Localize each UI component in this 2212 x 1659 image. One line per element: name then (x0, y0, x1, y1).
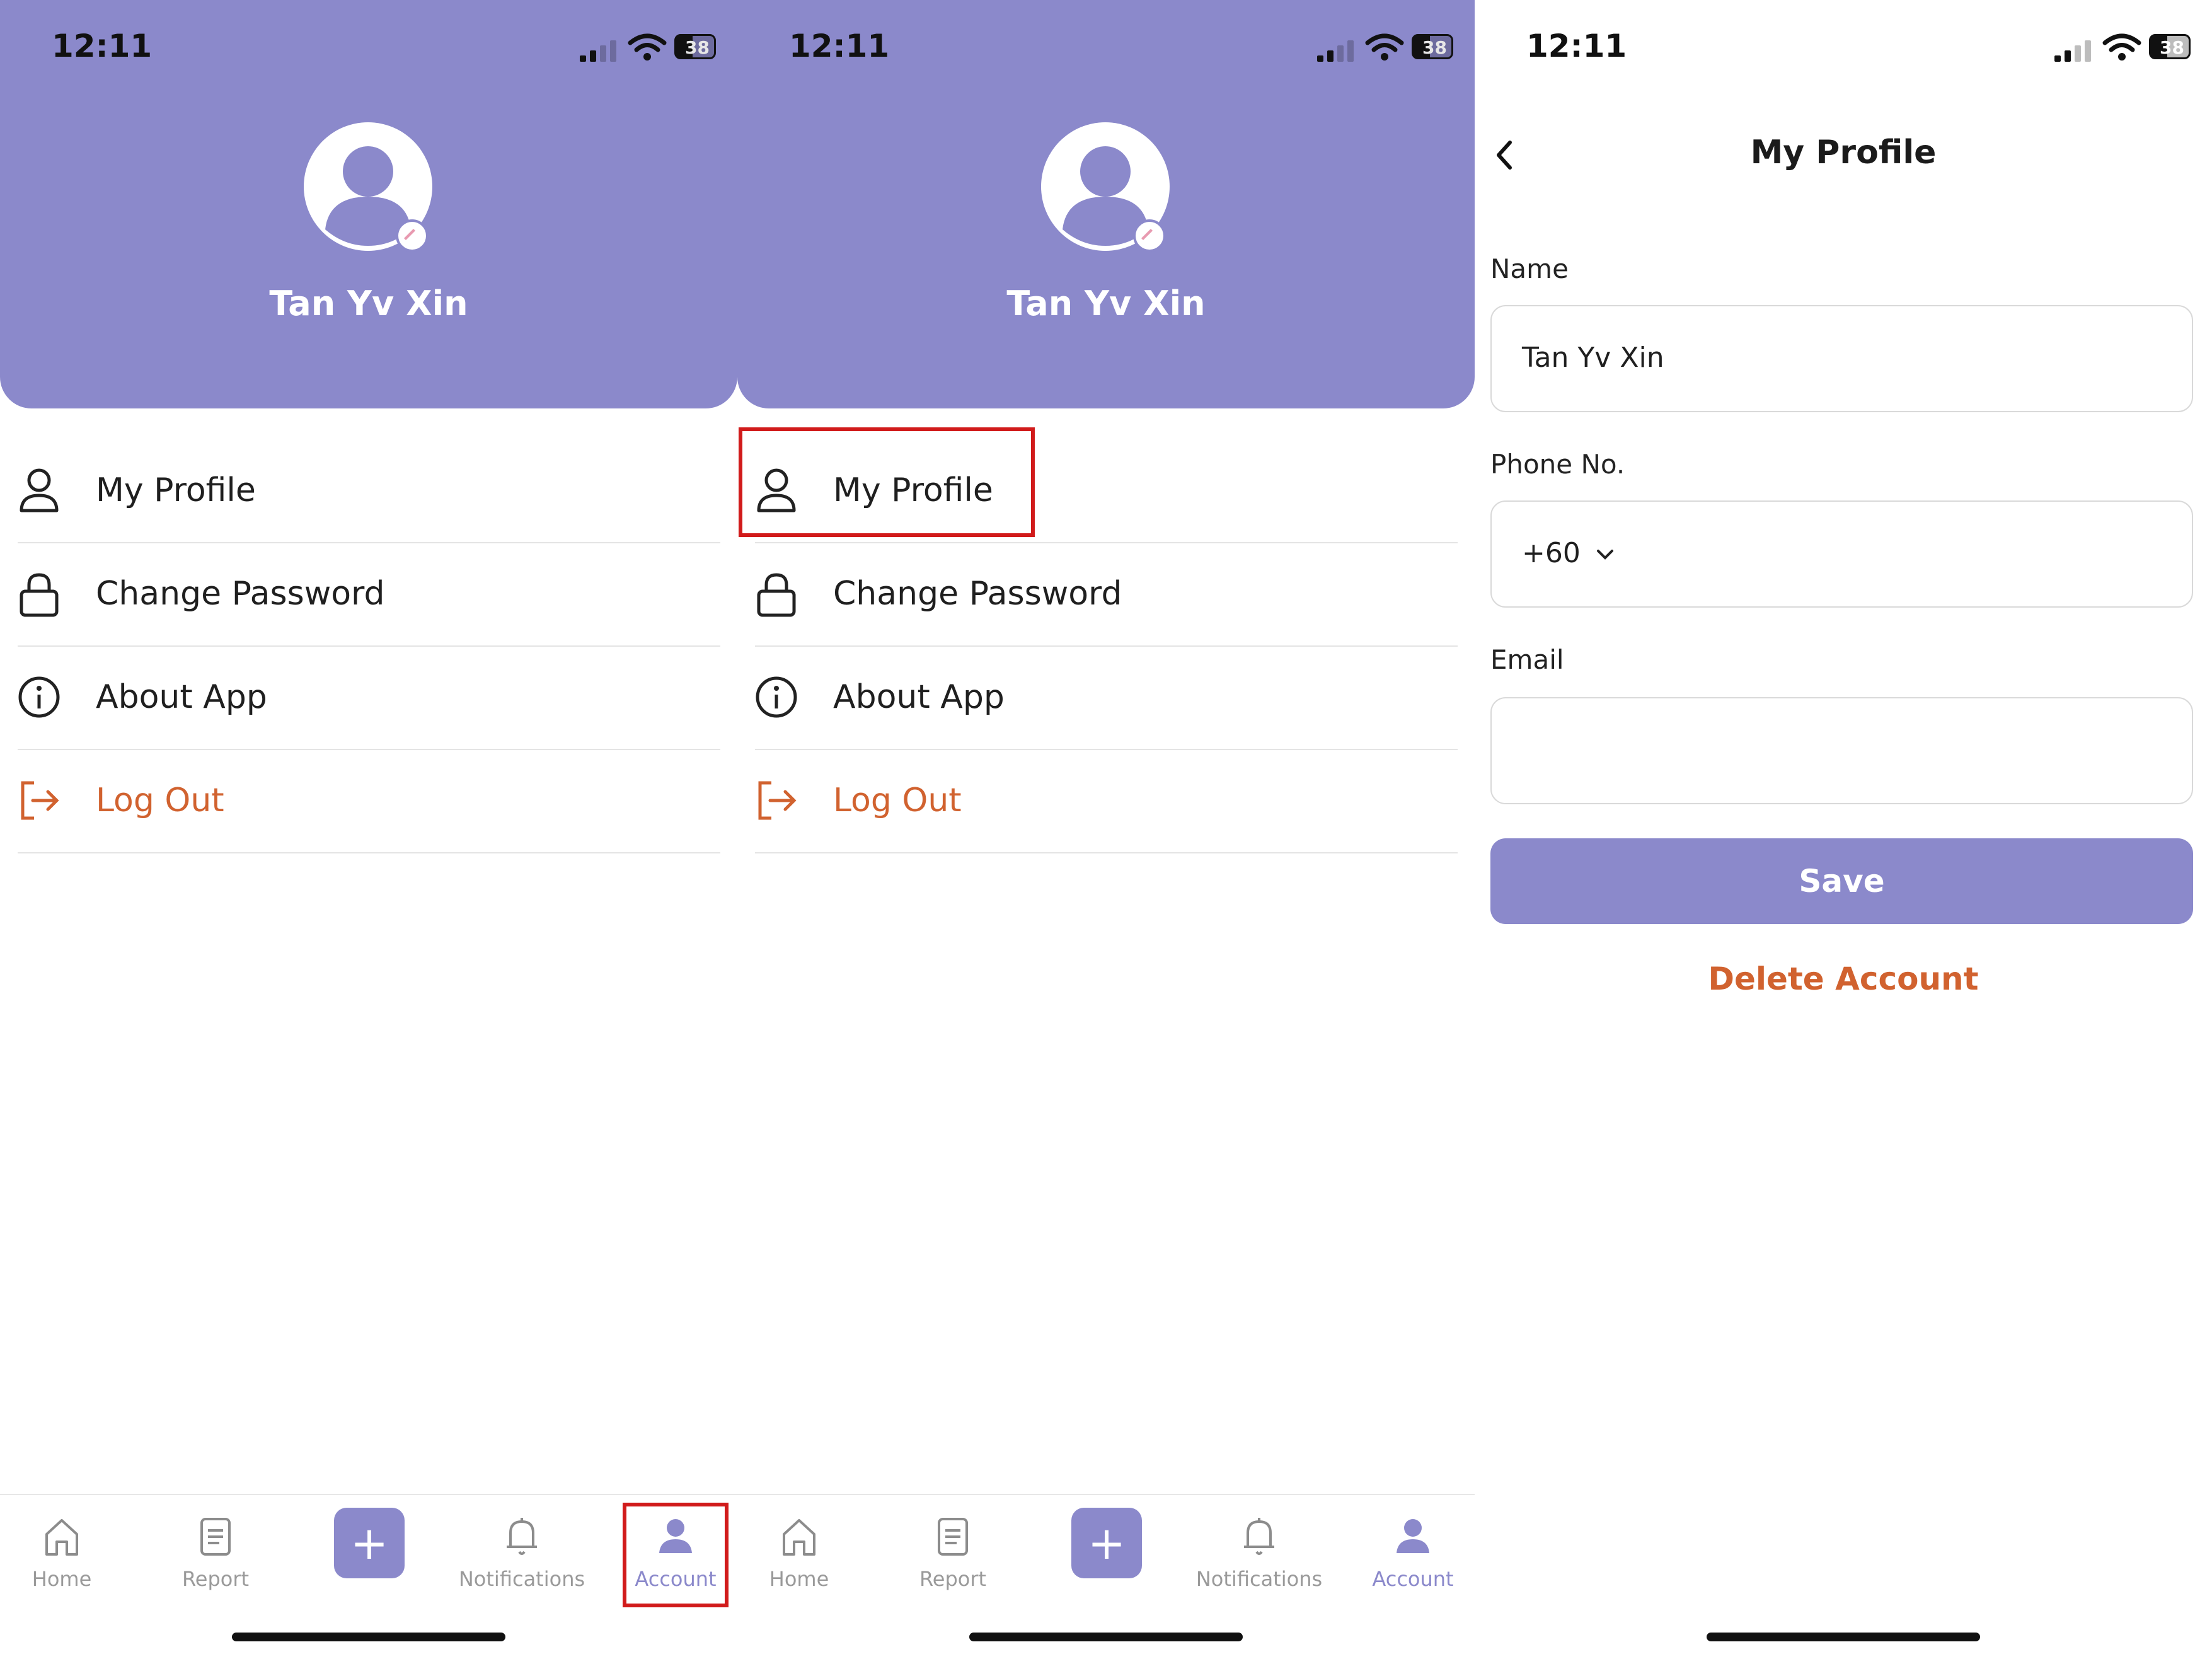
menu-item-label: About App (833, 678, 1005, 716)
status-icons: 38 (580, 32, 725, 67)
profile-header: 12:11 38 Tan Yv Xin (737, 0, 1475, 408)
lock-icon (20, 573, 59, 617)
name-value: Tan Yv Xin (1522, 342, 1664, 374)
status-time: 12:11 (789, 28, 890, 64)
wifi-icon (628, 33, 667, 61)
menu-item-label: Change Password (96, 575, 385, 613)
battery-icon: 38 (674, 34, 716, 59)
nav-account[interactable]: Account (1344, 1495, 1475, 1615)
info-icon (756, 676, 797, 718)
highlight-my-profile (739, 427, 1035, 537)
save-button[interactable]: Save (1490, 838, 2193, 924)
battery-level: 38 (2160, 37, 2184, 58)
nav-home[interactable]: Home (0, 1495, 131, 1615)
menu-item-label: About App (96, 678, 267, 716)
account-screen-1: 12:11 38 Tan Yv Xin My Profile Change Pa… (0, 0, 737, 1659)
account-icon (1397, 1519, 1429, 1553)
nav-report-label: Report (919, 1567, 987, 1591)
home-indicator (969, 1633, 1243, 1641)
home-indicator (232, 1633, 505, 1641)
menu-item-label: Log Out (96, 782, 224, 819)
logout-icon (21, 781, 59, 820)
signal-icon (2054, 55, 2061, 62)
country-code-select[interactable]: +60 (1522, 537, 1616, 569)
nav-notifications[interactable]: Notifications (452, 1495, 591, 1615)
menu-item-change-password[interactable]: Change Password (18, 545, 720, 647)
wifi-icon (2102, 33, 2141, 61)
logout-icon (758, 781, 797, 820)
nav-home[interactable]: Home (737, 1495, 868, 1615)
phone-label: Phone No. (1490, 449, 1625, 480)
phone-field[interactable]: +60 (1490, 500, 2193, 608)
nav-notifications-label: Notifications (458, 1567, 585, 1591)
menu-item-log-out[interactable]: Log Out (755, 751, 1458, 853)
wifi-icon (1365, 33, 1404, 61)
edit-avatar-icon[interactable] (1133, 219, 1166, 252)
status-icons: 38 (2054, 32, 2199, 67)
menu-item-my-profile[interactable]: My Profile (18, 441, 720, 543)
nav-report[interactable]: Report (884, 1495, 1022, 1615)
menu-item-label: My Profile (96, 471, 256, 509)
lock-icon (757, 573, 796, 617)
highlight-account-tab (623, 1503, 729, 1607)
nav-report-label: Report (181, 1567, 250, 1591)
nav-account-label: Account (1372, 1567, 1454, 1591)
nav-home-label: Home (769, 1567, 829, 1591)
info-icon (18, 676, 60, 718)
email-field[interactable] (1490, 697, 2193, 804)
home-icon (783, 1519, 815, 1556)
battery-level: 38 (1422, 37, 1447, 58)
bell-icon (1244, 1518, 1274, 1555)
name-field[interactable]: Tan Yv Xin (1490, 305, 2193, 412)
nav-notifications[interactable]: Notifications (1190, 1495, 1328, 1615)
home-indicator (1707, 1633, 1980, 1641)
menu-item-log-out[interactable]: Log Out (18, 751, 720, 853)
account-screen-2: 12:11 38 Tan Yv Xin My Profile Change Pa… (737, 0, 1475, 1659)
email-label: Email (1490, 644, 1564, 675)
bell-icon (507, 1518, 537, 1555)
status-time: 12:11 (1526, 28, 1627, 64)
battery-icon: 38 (1412, 34, 1453, 59)
status-icons: 38 (1317, 32, 1462, 67)
menu-item-change-password[interactable]: Change Password (755, 545, 1458, 647)
menu-item-label: Change Password (833, 575, 1122, 613)
menu-item-about-app[interactable]: About App (755, 648, 1458, 750)
name-label: Name (1490, 253, 1569, 284)
edit-avatar-icon[interactable] (396, 219, 429, 252)
home-icon (45, 1519, 78, 1556)
page-title: My Profile (1750, 134, 1937, 171)
nav-report[interactable]: Report (146, 1495, 285, 1615)
chevron-down-icon (1596, 550, 1613, 560)
menu-item-label: Log Out (833, 782, 962, 819)
user-name: Tan Yv Xin (269, 284, 468, 323)
my-profile-screen: 12:11 38 My Profile Name Tan Yv Xin Phon… (1475, 0, 2212, 1659)
battery-level: 38 (685, 37, 710, 58)
status-time: 12:11 (52, 28, 153, 64)
menu-item-about-app[interactable]: About App (18, 648, 720, 750)
person-icon (20, 468, 59, 512)
nav-home-label: Home (32, 1567, 92, 1591)
country-code-value: +60 (1522, 537, 1581, 569)
signal-icon (580, 55, 586, 62)
add-button[interactable]: + (1071, 1508, 1142, 1578)
battery-icon: 38 (2149, 34, 2191, 59)
report-icon (938, 1518, 968, 1556)
report-icon (200, 1518, 231, 1556)
user-name: Tan Yv Xin (1006, 284, 1206, 323)
profile-header: 12:11 38 Tan Yv Xin (0, 0, 737, 408)
nav-notifications-label: Notifications (1195, 1567, 1323, 1591)
signal-icon (1317, 55, 1323, 62)
add-button[interactable]: + (334, 1508, 405, 1578)
delete-account-button[interactable]: Delete Account (1475, 961, 2212, 997)
